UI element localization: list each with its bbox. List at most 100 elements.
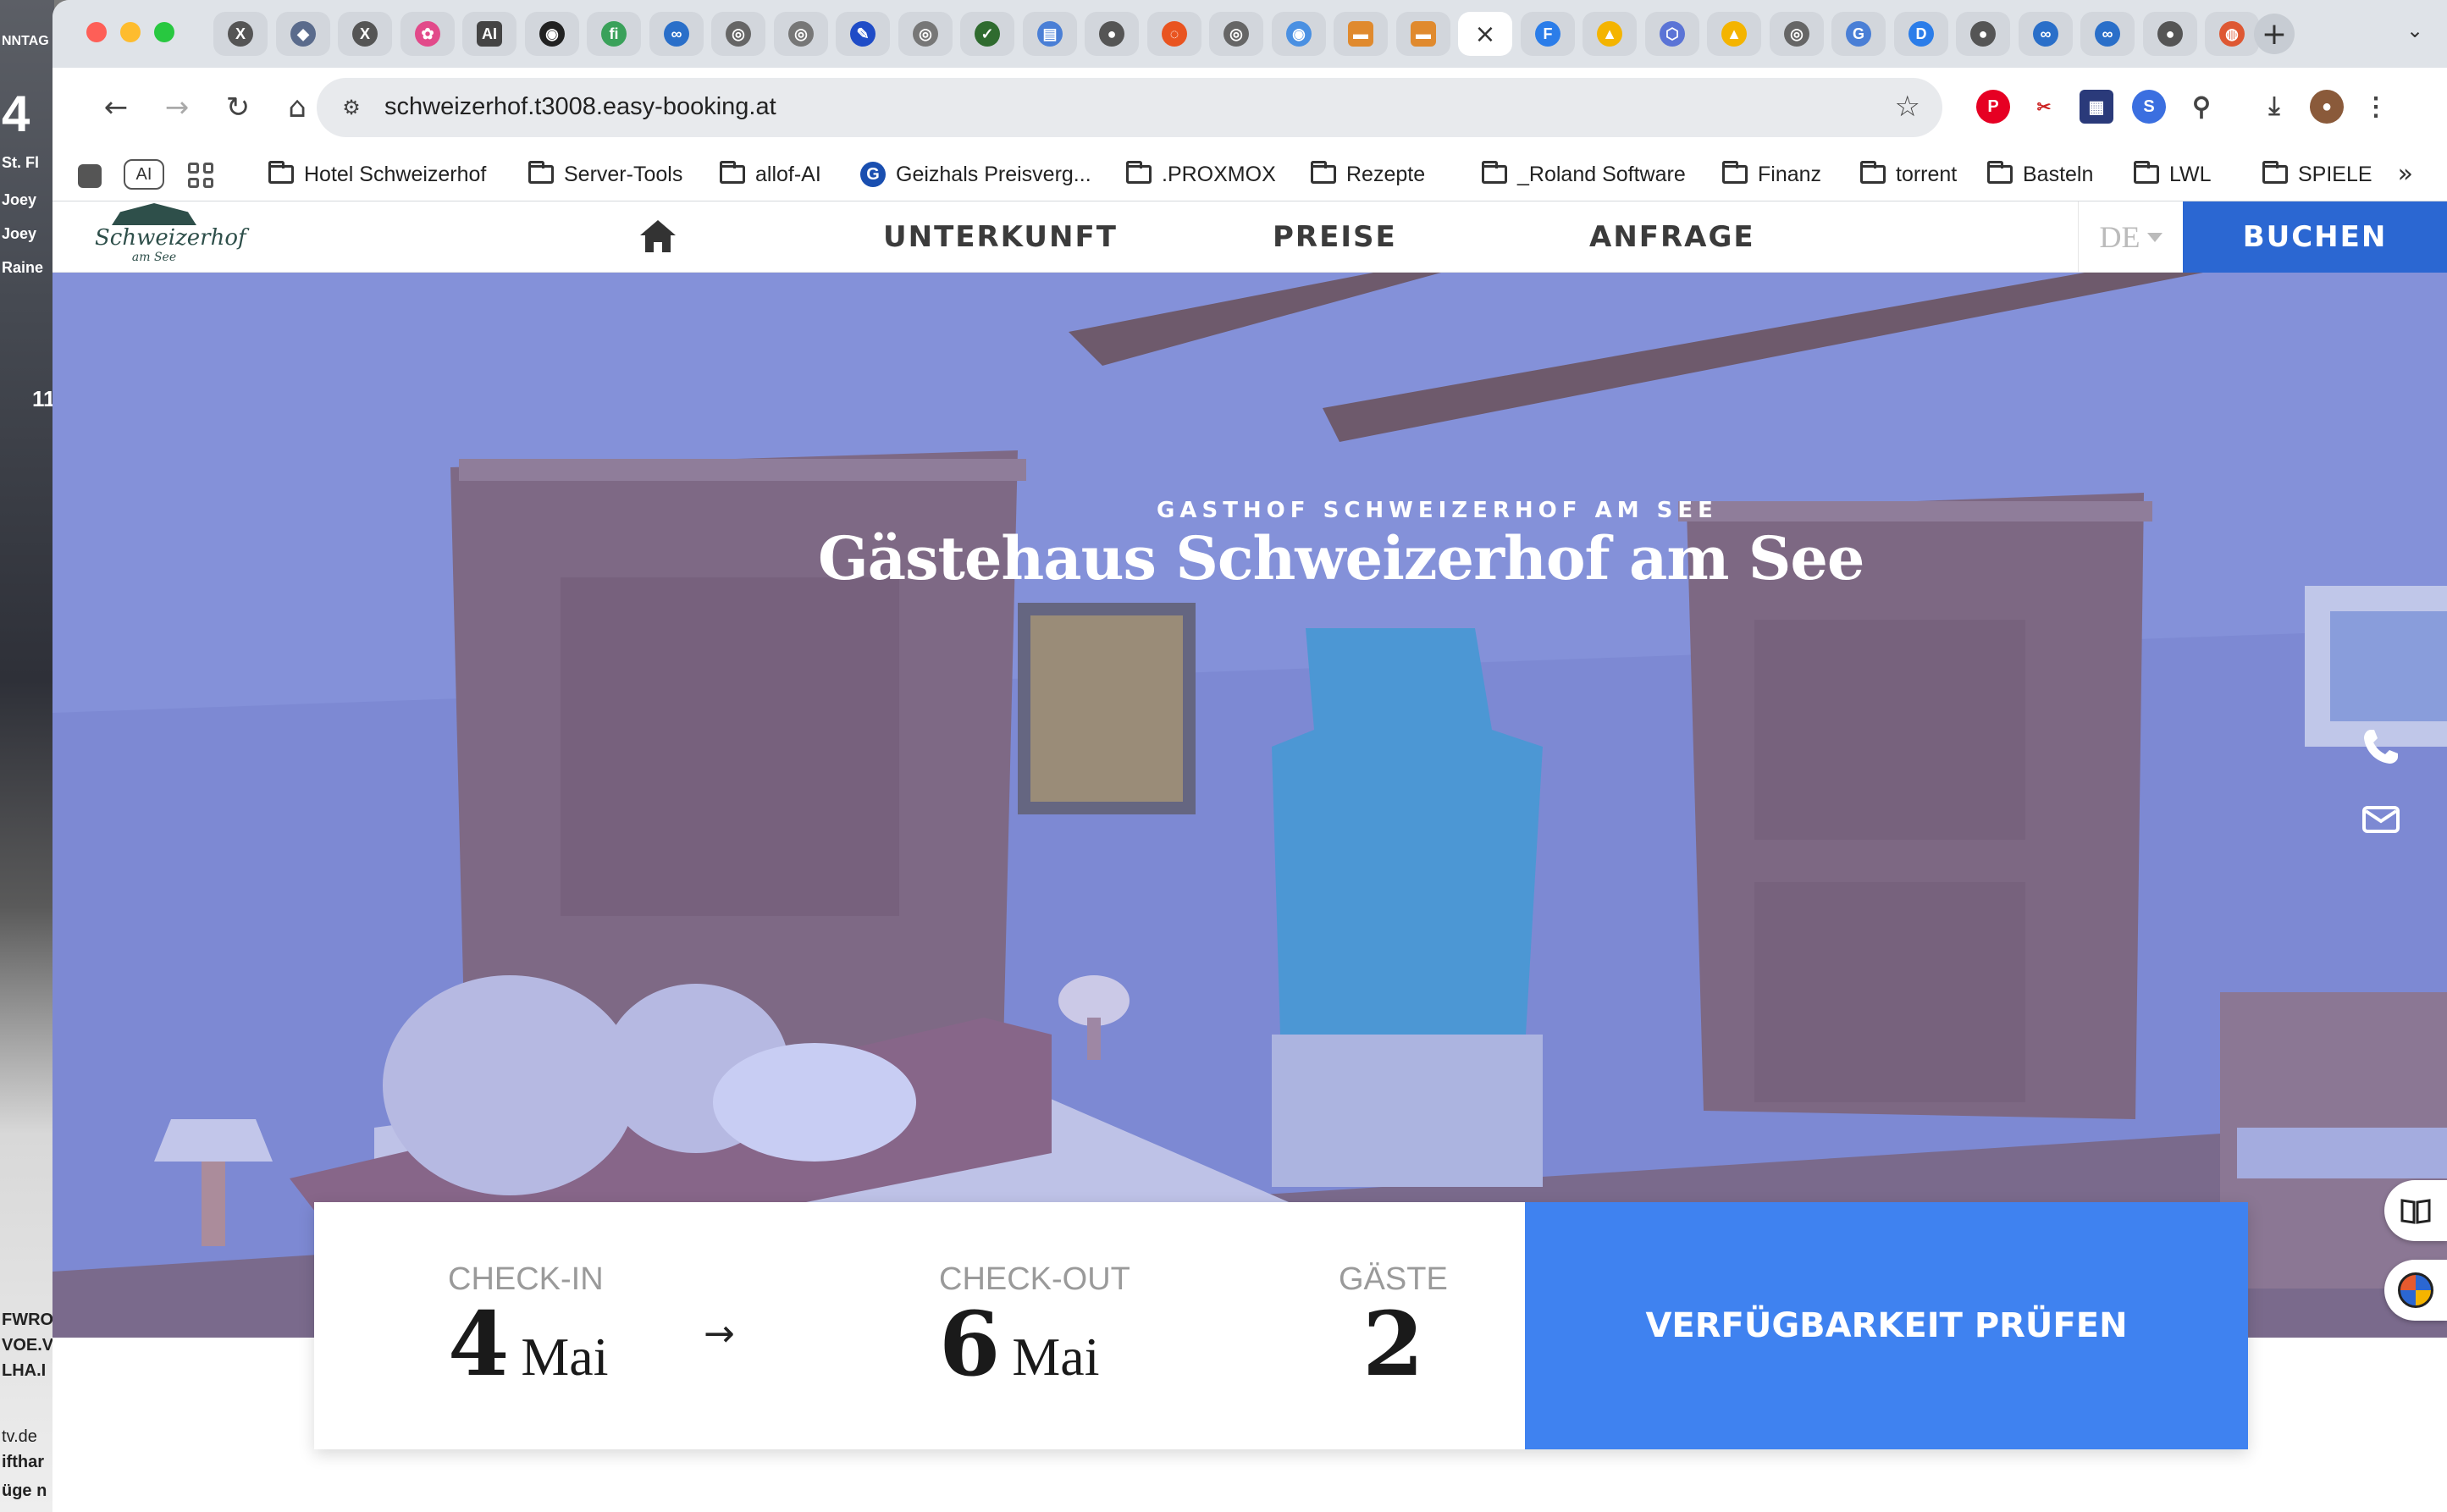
book-button[interactable]: BUCHEN (2183, 201, 2447, 273)
folder-icon (2134, 161, 2159, 184)
square-app-icon[interactable] (78, 164, 102, 188)
profile-avatar[interactable]: ● (2310, 90, 2344, 124)
arrow-right-icon: → (704, 1312, 735, 1355)
browser-tab[interactable]: ▲ (1583, 12, 1637, 56)
browser-tab[interactable]: ● (2143, 12, 2197, 56)
browser-tab[interactable]: ∞ (2019, 12, 2073, 56)
browser-tab[interactable]: ● (1085, 12, 1139, 56)
pinterest-icon[interactable]: P (1976, 90, 2010, 124)
extensions-puzzle-icon[interactable]: ⚲ (2185, 90, 2218, 124)
minimize-window-button[interactable] (120, 22, 141, 42)
browser-tab[interactable]: ◍ (2205, 12, 2259, 56)
browser-tab[interactable]: ◎ (774, 12, 828, 56)
mail-icon[interactable] (2359, 797, 2403, 842)
book-open-icon[interactable] (2384, 1180, 2447, 1241)
nav-anfrage[interactable]: ANFRAGE (1589, 220, 1755, 254)
browser-tab[interactable]: ◎ (1770, 12, 1824, 56)
bookmark-item[interactable]: Rezepte (1311, 159, 1425, 190)
browser-menu-icon[interactable]: ⋮ (2359, 90, 2393, 124)
extension-color-icon[interactable]: ▦ (2080, 90, 2113, 124)
home-nav-icon[interactable] (637, 215, 679, 257)
browser-tab[interactable]: ◉ (1272, 12, 1326, 56)
browser-tab[interactable]: fi (587, 12, 641, 56)
browser-tab[interactable]: ◌ (1147, 12, 1201, 56)
bg-text: üge n (2, 1482, 47, 1500)
browser-tab[interactable]: ✓ (960, 12, 1014, 56)
bookmark-item[interactable]: torrent (1860, 159, 1957, 190)
extension-tool-icon[interactable]: ✂ (2027, 90, 2061, 124)
bookmark-item[interactable]: Finanz (1722, 159, 1821, 190)
browser-tab[interactable]: ● (1956, 12, 2010, 56)
browser-tab[interactable]: ∞ (2080, 12, 2135, 56)
checkin-field[interactable]: CHECK-IN 4 Mai (448, 1261, 608, 1391)
bookmark-label: _Roland Software (1517, 162, 1686, 186)
address-bar[interactable]: ⚙ schweizerhof.t3008.easy-booking.at ☆ (317, 78, 1942, 137)
browser-tab[interactable]: ◆ (276, 12, 330, 56)
browser-tab[interactable]: G (1831, 12, 1886, 56)
tab-search-icon[interactable]: ⌄ (2406, 19, 2423, 42)
ai-bookmark-button[interactable]: AI (124, 159, 164, 190)
browser-tab[interactable]: ▲ (1707, 12, 1761, 56)
more-bookmarks-icon[interactable]: » (2398, 159, 2413, 189)
browser-tab[interactable]: X (213, 12, 268, 56)
checkin-day: 4 (448, 1292, 510, 1396)
bookmark-item[interactable]: Hotel Schweizerhof (268, 159, 486, 190)
checkin-month: Mai (521, 1327, 609, 1387)
bookmark-item[interactable]: G Geizhals Preisverg... (860, 159, 1091, 190)
forward-icon[interactable]: → (154, 85, 200, 130)
bookmark-item[interactable]: LWL (2134, 159, 2212, 190)
browser-tab[interactable]: ▤ (1023, 12, 1077, 56)
browser-tab[interactable]: ◎ (898, 12, 953, 56)
nav-preise[interactable]: PREISE (1273, 220, 1397, 254)
browser-tab[interactable]: ✿ (400, 12, 455, 56)
bookmark-item[interactable]: Basteln (1987, 159, 2093, 190)
bookmark-item[interactable]: _Roland Software (1482, 159, 1686, 190)
phone-icon[interactable] (2359, 725, 2403, 769)
home-icon[interactable]: ⌂ (274, 85, 320, 130)
browser-tab[interactable]: D (1894, 12, 1948, 56)
close-tab-icon[interactable]: × (1474, 19, 1495, 49)
downloads-icon[interactable]: ⤓ (2257, 90, 2291, 124)
browser-tab[interactable]: ◎ (1209, 12, 1263, 56)
site-logo[interactable]: Schweizerhof am See (95, 203, 246, 271)
bookmark-item[interactable]: Server-Tools (528, 159, 682, 190)
back-icon[interactable]: ← (93, 85, 139, 130)
bookmark-star-icon[interactable]: ☆ (1895, 90, 1920, 124)
globe-icon: ◎ (1784, 21, 1809, 47)
bookmark-label: torrent (1896, 162, 1958, 186)
browser-tab[interactable]: × (1458, 12, 1512, 56)
url-text[interactable]: schweizerhof.t3008.easy-booking.at (384, 93, 776, 121)
language-select[interactable]: DE (2078, 201, 2183, 273)
accessibility-globe-icon[interactable] (2384, 1260, 2447, 1321)
extension-s-icon[interactable]: S (2132, 90, 2166, 124)
close-window-button[interactable] (86, 22, 107, 42)
apps-grid-icon[interactable] (188, 163, 213, 188)
browser-tab[interactable]: ◎ (711, 12, 765, 56)
fullscreen-window-button[interactable] (154, 22, 174, 42)
site-info-icon[interactable]: ⚙ (334, 90, 369, 125)
bg-text: VOE.V (2, 1336, 54, 1355)
nextcloud-icon: ∞ (2033, 21, 2058, 47)
browser-tab[interactable]: ✎ (836, 12, 890, 56)
nav-unterkunft[interactable]: UNTERKUNFT (883, 220, 1118, 254)
bookmark-label: Finanz (1758, 162, 1822, 186)
browser-tab[interactable]: ▬ (1334, 12, 1388, 56)
reload-icon[interactable]: ↻ (215, 85, 261, 130)
checkout-field[interactable]: CHECK-OUT 6 Mai (939, 1261, 1130, 1391)
browser-tab[interactable]: ∞ (649, 12, 704, 56)
new-tab-button[interactable]: + (2254, 14, 2295, 54)
browser-tab[interactable]: AI (462, 12, 516, 56)
guests-value: 2 (1362, 1292, 1424, 1396)
check-availability-button[interactable]: VERFÜGBARKEIT PRÜFEN (1525, 1202, 2248, 1449)
browser-tab[interactable]: F (1521, 12, 1575, 56)
browser-tab[interactable]: ▬ (1396, 12, 1450, 56)
bookmark-item[interactable]: allof-AI (720, 159, 821, 190)
bookmark-item[interactable]: .PROXMOX (1126, 159, 1276, 190)
browser-tab[interactable]: X (338, 12, 392, 56)
bookmark-item[interactable]: SPIELE (2262, 159, 2372, 190)
guests-field[interactable]: GÄSTE 2 (1339, 1261, 1448, 1391)
geizhals-icon: G (860, 162, 886, 187)
browser-tab[interactable]: ⬡ (1645, 12, 1699, 56)
browser-tab[interactable]: ◉ (525, 12, 579, 56)
bg-text: Joey (2, 191, 37, 208)
